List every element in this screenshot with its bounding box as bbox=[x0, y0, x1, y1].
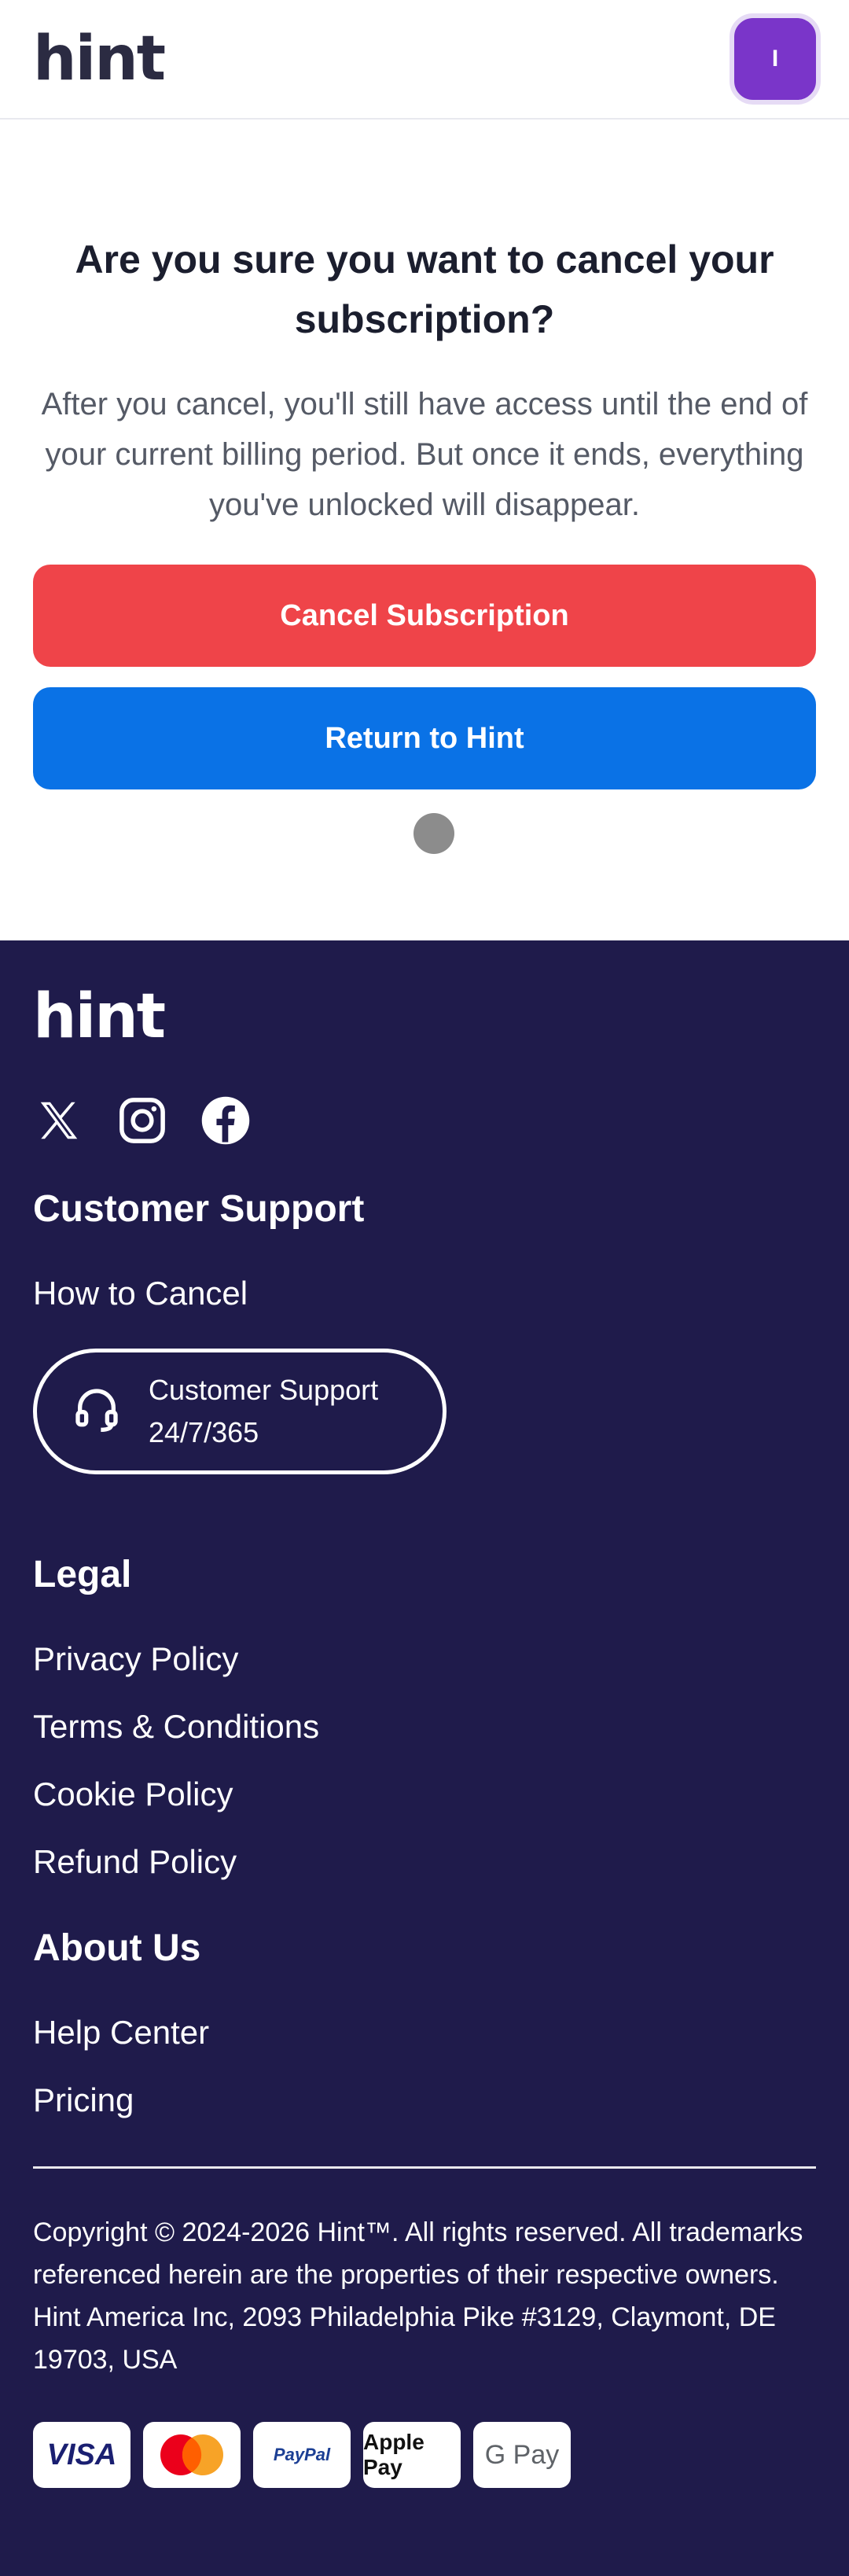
instagram-icon[interactable] bbox=[116, 1095, 168, 1146]
apple-pay-label: Apple Pay bbox=[363, 2430, 424, 2479]
privacy-policy-link[interactable]: Privacy Policy bbox=[33, 1640, 816, 1678]
refund-policy-link[interactable]: Refund Policy bbox=[33, 1843, 816, 1881]
pricing-link[interactable]: Pricing bbox=[33, 2081, 816, 2119]
loading-indicator bbox=[413, 813, 454, 854]
cookie-policy-link[interactable]: Cookie Policy bbox=[33, 1776, 816, 1813]
visa-icon: VISA bbox=[33, 2422, 130, 2488]
paypal-label: PayPal bbox=[273, 2445, 331, 2464]
legal-heading: Legal bbox=[33, 1554, 132, 1595]
return-to-hint-button[interactable]: Return to Hint bbox=[33, 687, 816, 789]
apple-pay-icon: Apple Pay bbox=[363, 2422, 461, 2488]
support-pill-line2: 24/7/365 bbox=[149, 1416, 259, 1448]
top-header: hint I bbox=[0, 0, 849, 120]
google-pay-label: G Pay bbox=[484, 2439, 560, 2470]
x-icon[interactable] bbox=[33, 1095, 85, 1146]
cancel-subscription-button[interactable]: Cancel Subscription bbox=[33, 565, 816, 667]
support-pill-text: Customer Support 24/7/365 bbox=[149, 1369, 378, 1454]
mastercard-icon bbox=[143, 2422, 241, 2488]
how-to-cancel-link[interactable]: How to Cancel bbox=[33, 1275, 816, 1312]
cancel-description: After you cancel, you'll still have acce… bbox=[41, 387, 808, 522]
google-pay-icon: G Pay bbox=[473, 2422, 571, 2488]
terms-conditions-link[interactable]: Terms & Conditions bbox=[33, 1708, 816, 1746]
social-links bbox=[33, 1095, 816, 1146]
visa-label: VISA bbox=[46, 2438, 117, 2471]
customer-support-heading: Customer Support bbox=[33, 1188, 365, 1230]
footer-divider bbox=[33, 2166, 816, 2169]
headset-icon bbox=[72, 1385, 122, 1439]
site-footer: hint Customer Support How to Cancel Cust… bbox=[0, 940, 849, 2576]
cancel-confirmation: Are you sure you want to cancel your sub… bbox=[0, 120, 849, 940]
facebook-icon[interactable] bbox=[200, 1095, 252, 1146]
copyright-text: Copyright © 2024-2026 Hint™. All rights … bbox=[33, 2217, 803, 2290]
page-title: Are you sure you want to cancel your sub… bbox=[75, 237, 774, 341]
customer-support-button[interactable]: Customer Support 24/7/365 bbox=[33, 1349, 447, 1474]
user-avatar[interactable]: I bbox=[730, 13, 821, 105]
help-center-link[interactable]: Help Center bbox=[33, 2014, 816, 2052]
payment-methods: VISA PayPal Apple Pay G Pay bbox=[33, 2422, 816, 2488]
about-us-heading: About Us bbox=[33, 1927, 201, 1969]
paypal-icon: PayPal bbox=[253, 2422, 351, 2488]
company-address: Hint America Inc, 2093 Philadelphia Pike… bbox=[33, 2302, 776, 2375]
hint-logo[interactable]: hint bbox=[33, 28, 166, 90]
support-pill-line1: Customer Support bbox=[149, 1374, 379, 1406]
footer-hint-logo[interactable]: hint bbox=[33, 940, 816, 1047]
